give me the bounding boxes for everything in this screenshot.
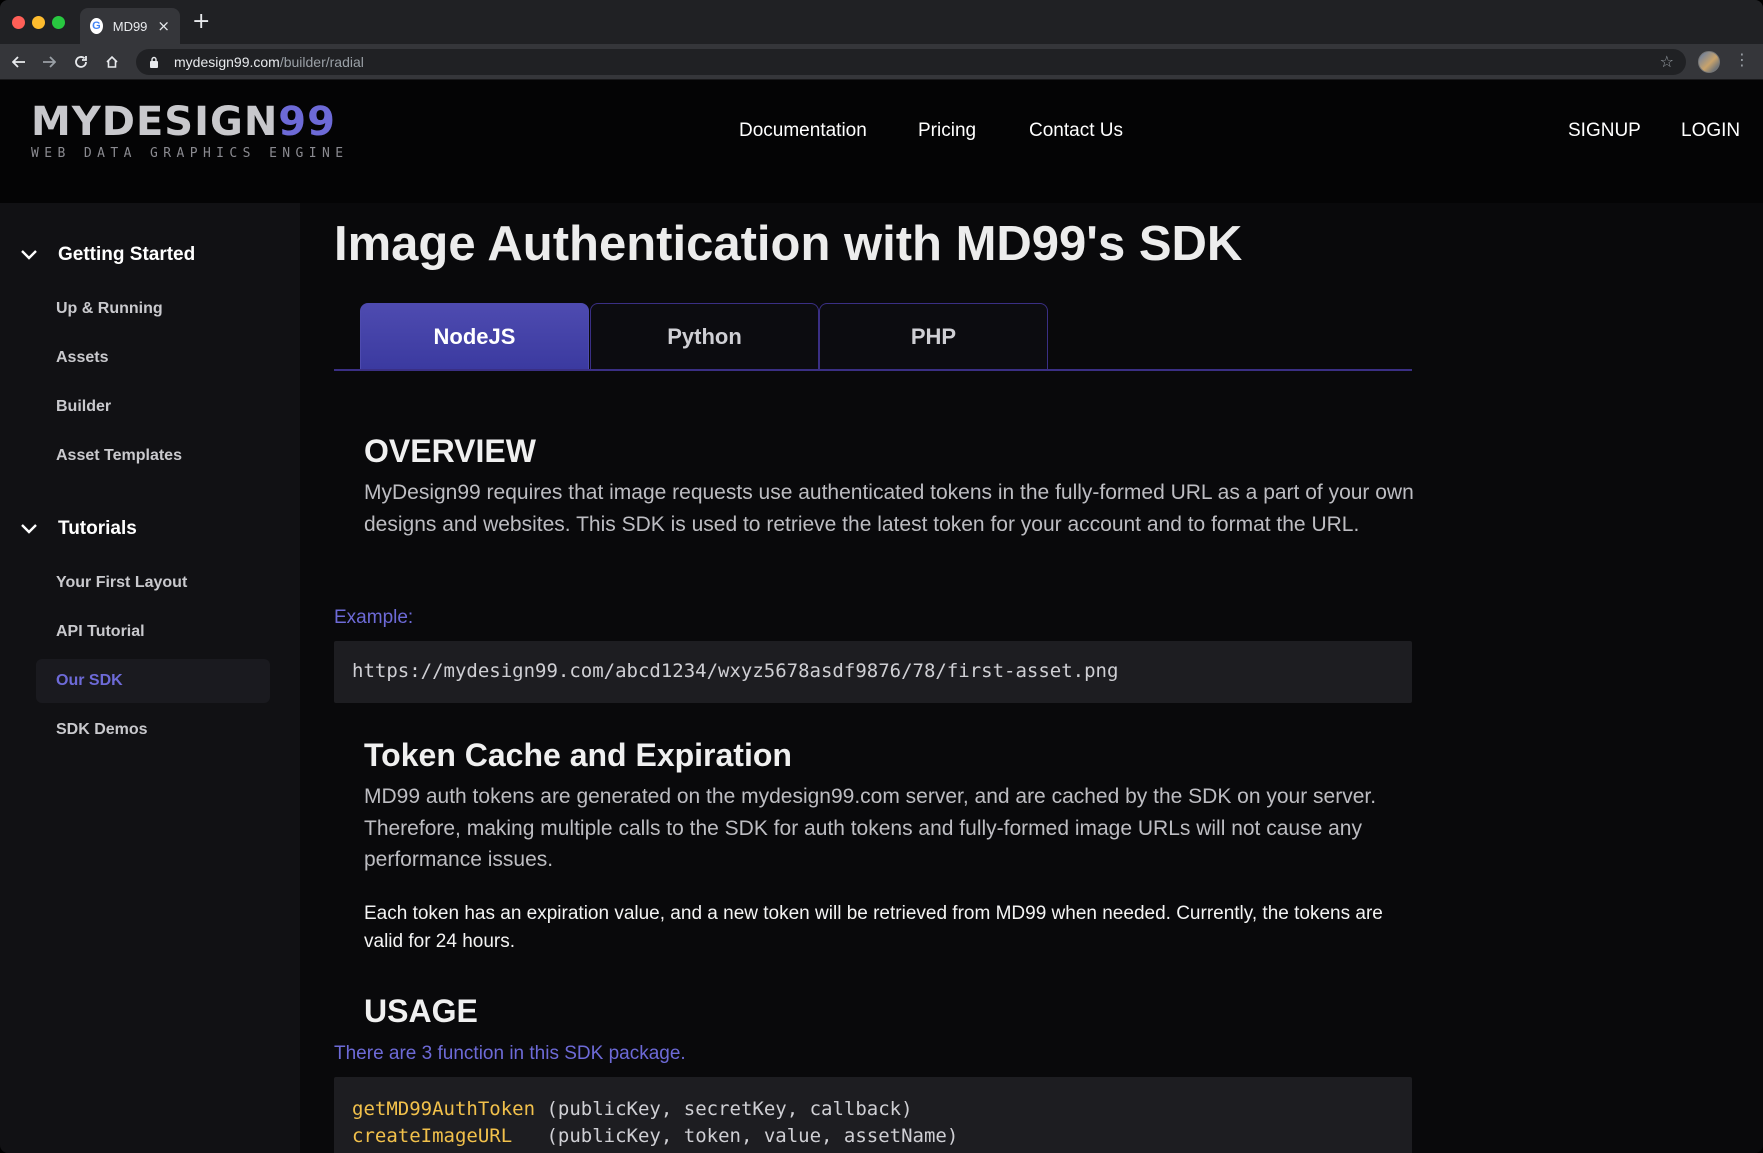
nav-documentation[interactable]: Documentation <box>739 120 867 142</box>
language-tabs: NodeJS Python PHP <box>334 301 1412 371</box>
function-name: getMD99AuthToken <box>352 1098 536 1120</box>
sidebar-item-asset-templates[interactable]: Asset Templates <box>56 447 182 465</box>
sidebar-group-getting-started[interactable]: Getting Started <box>20 244 195 266</box>
mydesign99-logo[interactable]: MYDESIGN99 WEB DATA GRAPHICS ENGINE <box>31 102 348 161</box>
function-args: (publicKey, token, value, assetName) <box>546 1125 959 1147</box>
sidebar-item-your-first-layout[interactable]: Your First Layout <box>56 574 187 592</box>
sidebar-item-builder[interactable]: Builder <box>56 398 111 416</box>
tab-nodejs[interactable]: NodeJS <box>360 303 589 369</box>
maximize-window-button[interactable] <box>52 16 65 29</box>
function-name: createImageURL <box>352 1125 513 1147</box>
close-window-button[interactable] <box>12 16 25 29</box>
code-line: createImageURL (publicKey, token, value,… <box>352 1123 1394 1150</box>
back-icon[interactable] <box>8 51 30 73</box>
token-expiry-text: Each token has an expiration value, and … <box>364 903 1383 952</box>
url-path: /builder/radial <box>279 54 364 70</box>
bookmark-star-icon[interactable]: ☆ <box>1660 52 1674 71</box>
sidebar-item-up-running[interactable]: Up & Running <box>56 300 163 318</box>
browser-tab[interactable]: G MD99 × <box>80 8 180 44</box>
address-bar[interactable]: mydesign99.com /builder/radial ☆ <box>136 49 1686 75</box>
sidebar-item-sdk-demos[interactable]: SDK Demos <box>56 721 148 739</box>
overview-heading: OVERVIEW <box>364 433 536 469</box>
chevron-down-icon <box>20 520 38 538</box>
page-title: Image Authentication with MD99's SDK <box>334 217 1243 271</box>
login-link[interactable]: LOGIN <box>1681 120 1740 142</box>
usage-heading: USAGE <box>364 993 478 1029</box>
sidebar-item-assets[interactable]: Assets <box>56 349 108 367</box>
new-tab-icon[interactable]: + <box>192 11 210 33</box>
docs-sidebar: Getting Started Up & Running Assets Buil… <box>0 203 300 1153</box>
chevron-down-icon <box>20 246 38 264</box>
sidebar-item-api-tutorial[interactable]: API Tutorial <box>56 623 145 641</box>
google-favicon-icon: G <box>90 18 103 34</box>
function-args: (publicKey, secretKey, callback) <box>546 1098 913 1120</box>
tab-title: MD99 <box>112 18 148 34</box>
token-cache-text: MD99 auth tokens are generated on the my… <box>364 785 1377 871</box>
browser-toolbar: mydesign99.com /builder/radial ☆ ⋮ <box>0 44 1763 80</box>
signup-link[interactable]: SIGNUP <box>1568 120 1641 142</box>
url-host: mydesign99.com <box>174 54 280 70</box>
browser-menu-icon[interactable]: ⋮ <box>1734 50 1750 69</box>
overview-text: MyDesign99 requires that image requests … <box>364 481 1414 536</box>
minimize-window-button[interactable] <box>32 16 45 29</box>
code-line: getMD99AuthToken (publicKey, secretKey, … <box>352 1096 1394 1123</box>
logo-wordmark: MYDESIGN <box>31 99 279 145</box>
close-tab-icon[interactable]: × <box>157 18 170 34</box>
nav-pricing[interactable]: Pricing <box>918 120 976 142</box>
tab-python[interactable]: Python <box>590 303 819 369</box>
tab-php[interactable]: PHP <box>819 303 1048 369</box>
logo-tagline: WEB DATA GRAPHICS ENGINE <box>31 146 349 161</box>
sidebar-item-our-sdk[interactable]: Our SDK <box>56 672 123 690</box>
home-icon[interactable] <box>101 51 123 73</box>
sidebar-group-label: Tutorials <box>58 518 137 539</box>
usage-intro: There are 3 function in this SDK package… <box>334 1043 686 1064</box>
site-header: MYDESIGN99 WEB DATA GRAPHICS ENGINE Docu… <box>0 80 1763 203</box>
reload-icon[interactable] <box>70 51 92 73</box>
forward-icon[interactable] <box>38 51 60 73</box>
example-label: Example: <box>334 607 414 628</box>
token-cache-heading: Token Cache and Expiration <box>364 737 792 773</box>
example-url: https://mydesign99.com/abcd1234/wxyz5678… <box>352 660 1119 682</box>
sidebar-group-tutorials[interactable]: Tutorials <box>20 518 137 540</box>
nav-contact-us[interactable]: Contact Us <box>1029 120 1123 142</box>
browser-tabstrip: G MD99 × + <box>0 0 1763 44</box>
usage-code-block: getMD99AuthToken (publicKey, secretKey, … <box>334 1077 1412 1153</box>
sidebar-group-label: Getting Started <box>58 244 196 265</box>
browser-window: G MD99 × + mydesign99.com /builder/radia… <box>0 0 1763 1153</box>
logo-99: 99 <box>278 99 336 145</box>
profile-avatar[interactable] <box>1698 51 1720 73</box>
example-url-code: https://mydesign99.com/abcd1234/wxyz5678… <box>334 641 1412 703</box>
lock-icon <box>148 56 160 68</box>
